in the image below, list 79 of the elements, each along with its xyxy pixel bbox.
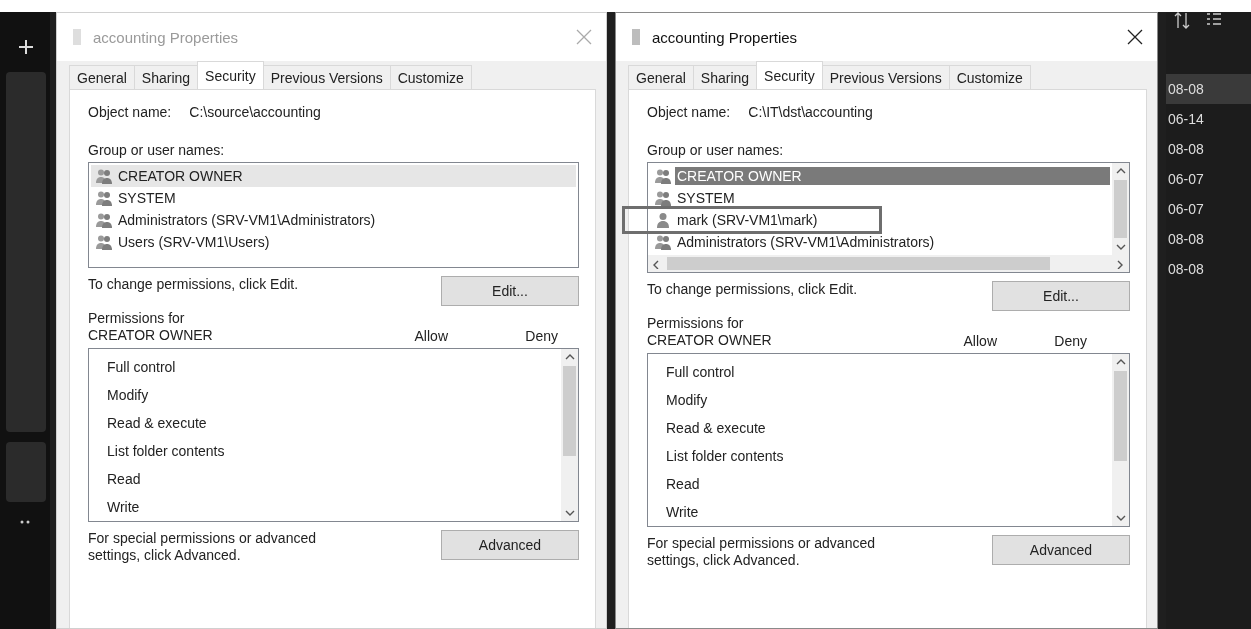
groups-label: Group or user names:	[88, 142, 226, 158]
close-icon[interactable]	[1127, 29, 1143, 45]
permission-item: Read	[107, 470, 142, 489]
more-icon[interactable]	[20, 520, 32, 524]
vertical-scrollbar[interactable]	[561, 349, 578, 521]
vertical-scrollbar[interactable]	[1112, 354, 1129, 526]
advanced-button[interactable]: Advanced	[992, 535, 1130, 565]
tab[interactable]: Customize	[948, 65, 1031, 89]
users-icon	[654, 168, 672, 184]
group-list-item[interactable]: SYSTEM	[675, 189, 737, 207]
scroll-down-icon[interactable]	[1114, 242, 1127, 252]
permission-item: List folder contents	[107, 442, 226, 461]
tab[interactable]: General	[628, 65, 694, 89]
date-cell[interactable]: 08-08	[1166, 134, 1251, 164]
permission-item: List folder contents	[666, 447, 785, 466]
tab[interactable]: Customize	[389, 65, 472, 89]
permission-item: Modify	[107, 386, 150, 405]
permission-item: Write	[107, 498, 141, 517]
horizontal-scrollbar[interactable]	[648, 255, 1129, 272]
scroll-up-icon[interactable]	[1114, 166, 1127, 176]
scroll-down-icon[interactable]	[1114, 513, 1127, 523]
group-list-item[interactable]: SYSTEM	[116, 189, 178, 207]
object-name-value: C:\source\accounting	[189, 104, 321, 120]
scroll-up-icon[interactable]	[563, 352, 576, 362]
advanced-hint-text: For special permissions or advanced settings, click Advanced.	[647, 535, 876, 569]
scroll-up-icon[interactable]	[1114, 357, 1127, 367]
group-list-item[interactable]: Users (SRV-VM1\Users)	[116, 233, 272, 251]
date-cell[interactable]: 06-07	[1166, 194, 1251, 224]
object-name-label: Object name:	[88, 104, 172, 120]
permission-item: Read & execute	[666, 419, 767, 438]
groups-label: Group or user names:	[647, 142, 785, 158]
deny-header: Deny	[1053, 333, 1087, 349]
deny-header: Deny	[524, 328, 558, 344]
tab[interactable]: General	[69, 65, 135, 89]
permission-item: Full control	[107, 358, 177, 377]
scroll-down-icon[interactable]	[563, 508, 576, 518]
users-icon	[654, 190, 672, 206]
users-icon	[95, 212, 113, 228]
users-icon	[95, 168, 113, 184]
users-icon	[95, 190, 113, 206]
permission-item: Modify	[666, 391, 709, 410]
advanced-button[interactable]: Advanced	[441, 530, 579, 560]
vertical-scrollbar[interactable]	[1112, 163, 1129, 255]
date-cell[interactable]: 06-07	[1166, 164, 1251, 194]
sort-icon[interactable]	[1174, 12, 1190, 30]
date-cell[interactable]: 08-08	[1166, 74, 1251, 104]
allow-header: Allow	[962, 333, 997, 349]
window-title: accounting Properties	[93, 28, 240, 46]
object-name-label: Object name:	[647, 104, 731, 120]
permission-item: Read	[666, 475, 701, 494]
edit-hint-text: To change permissions, click Edit.	[88, 276, 299, 292]
date-cell[interactable]: 06-14	[1166, 104, 1251, 134]
group-list-item[interactable]: Administrators (SRV-VM1\Administrators)	[675, 233, 937, 251]
group-list-item[interactable]: Administrators (SRV-VM1\Administrators)	[116, 211, 378, 229]
users-icon	[654, 234, 672, 250]
plus-icon[interactable]	[19, 40, 33, 54]
edit-button[interactable]: Edit...	[441, 276, 579, 306]
edit-button[interactable]: Edit...	[992, 281, 1130, 311]
tab[interactable]: Security	[197, 61, 264, 89]
permissions-label: Permissions for CREATOR OWNER	[647, 315, 773, 349]
tab[interactable]: Security	[756, 61, 823, 89]
users-icon	[95, 234, 113, 250]
date-cell[interactable]: 08-08	[1166, 254, 1251, 284]
permission-item: Read & execute	[107, 414, 208, 433]
object-name-value: C:\IT\dst\accounting	[748, 104, 873, 120]
user-icon	[654, 212, 672, 228]
date-cell[interactable]: 08-08	[1166, 224, 1251, 254]
permissions-label: Permissions for CREATOR OWNER	[88, 310, 214, 344]
edit-hint-text: To change permissions, click Edit.	[647, 281, 858, 297]
allow-header: Allow	[413, 328, 448, 344]
group-list-item[interactable]: mark (SRV-VM1\mark)	[675, 211, 820, 229]
advanced-hint-text: For special permissions or advanced settings, click Advanced.	[88, 530, 317, 564]
group-list-item[interactable]: CREATOR OWNER	[675, 167, 1110, 185]
tab[interactable]: Sharing	[692, 65, 758, 89]
list-icon[interactable]	[1206, 12, 1222, 28]
window-title: accounting Properties	[652, 28, 799, 46]
tab[interactable]: Sharing	[133, 65, 199, 89]
permission-item: Write	[666, 503, 700, 522]
permission-item: Full control	[666, 363, 736, 382]
